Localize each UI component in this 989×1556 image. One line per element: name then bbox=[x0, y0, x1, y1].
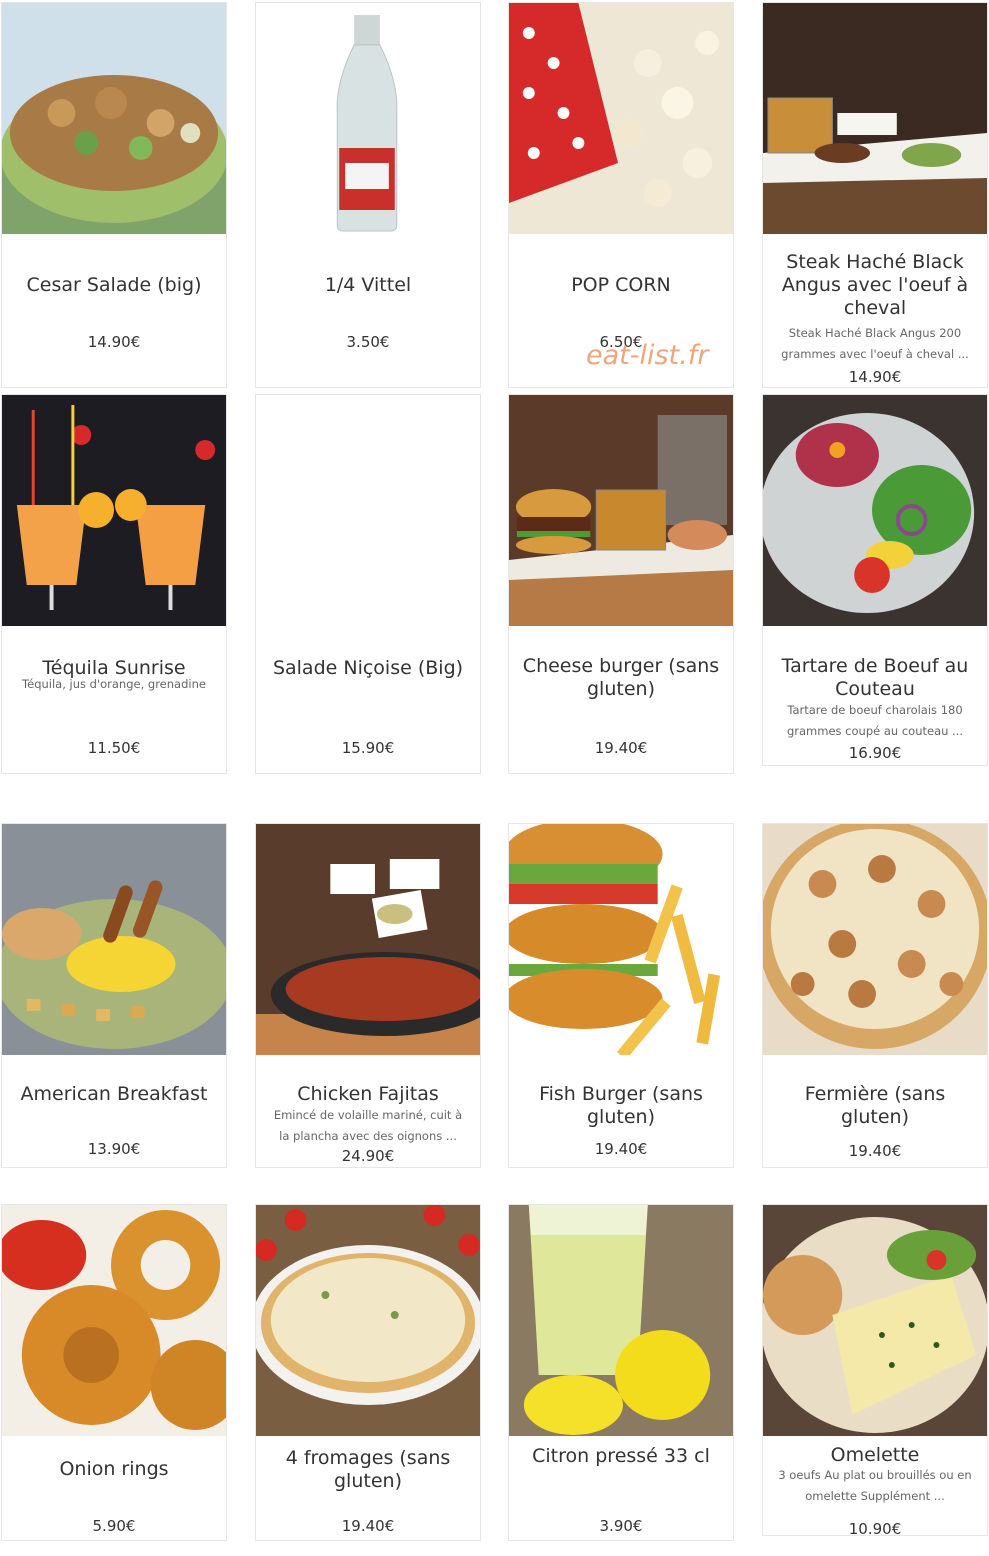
item-name: Fermière (sans gluten) bbox=[804, 1083, 946, 1128]
item-name: Fish Burger (sans gluten) bbox=[539, 1083, 703, 1128]
item-price: 14.90€ bbox=[87, 333, 141, 351]
item-price: 5.90€ bbox=[92, 1517, 136, 1535]
item-name: Steak Haché Black Angus avec l'oeuf à ch… bbox=[781, 251, 969, 319]
breakfast-image bbox=[2, 824, 226, 1055]
menu-card-american-breakfast[interactable]: American Breakfast 13.90€ bbox=[1, 823, 227, 1168]
item-name: American Breakfast bbox=[20, 1083, 208, 1105]
menu-card-chicken-fajitas[interactable]: Chicken Fajitas Emincé de volaille marin… bbox=[255, 823, 481, 1168]
menu-card-omelette[interactable]: Omelette 3 oeufs Au plat ou brouillés ou… bbox=[762, 1204, 988, 1538]
blank-image bbox=[256, 395, 480, 626]
item-name: Chicken Fajitas bbox=[297, 1083, 439, 1105]
item-price: 19.40€ bbox=[594, 1140, 648, 1158]
item-name: Omelette bbox=[830, 1444, 920, 1466]
steak-plate-image bbox=[763, 3, 987, 234]
item-name: Onion rings bbox=[59, 1458, 169, 1480]
menu-card-citron-presse[interactable]: Citron pressé 33 cl 3.90€ bbox=[508, 1204, 734, 1541]
menu-card-popcorn[interactable]: POP CORN 6.50€ bbox=[508, 2, 734, 388]
menu-card-cheese-burger[interactable]: Cheese burger (sans gluten) 19.40€ bbox=[508, 394, 734, 774]
burger-plate-image bbox=[509, 395, 733, 626]
menu-card-4-fromages[interactable]: 4 fromages (sans gluten) 19.40€ bbox=[255, 1204, 481, 1541]
item-name: Tartare de Boeuf au Couteau bbox=[781, 655, 969, 700]
cheese-pizza-image bbox=[256, 1205, 480, 1436]
item-name: Citron pressé 33 cl bbox=[532, 1445, 710, 1467]
item-name: Cesar Salade (big) bbox=[26, 274, 202, 296]
menu-card-steak-hache[interactable]: Steak Haché Black Angus avec l'oeuf à ch… bbox=[762, 2, 988, 388]
menu-card-cesar-salade[interactable]: Cesar Salade (big) 14.90€ bbox=[1, 2, 227, 388]
water-bottle-image bbox=[256, 3, 480, 234]
cocktail-image bbox=[2, 395, 226, 626]
item-name: 1/4 Vittel bbox=[324, 274, 412, 296]
item-name: Cheese burger (sans gluten) bbox=[522, 655, 720, 700]
salad-image bbox=[2, 3, 226, 234]
item-price: 3.50€ bbox=[346, 333, 390, 351]
item-description: Steak Haché Black Angus 200 grammes avec… bbox=[781, 326, 969, 361]
item-price: 16.90€ bbox=[848, 744, 902, 762]
menu-card-tartare[interactable]: Tartare de Boeuf au Couteau Tartare de b… bbox=[762, 394, 988, 766]
item-price: 19.40€ bbox=[594, 739, 648, 757]
item-name: Salade Niçoise (Big) bbox=[272, 657, 464, 679]
item-price: 14.90€ bbox=[848, 368, 902, 386]
item-price: 3.90€ bbox=[599, 1517, 643, 1535]
item-price: 13.90€ bbox=[87, 1140, 141, 1158]
fish-burger-image bbox=[509, 824, 733, 1055]
menu-card-fish-burger[interactable]: Fish Burger (sans gluten) 19.40€ bbox=[508, 823, 734, 1168]
popcorn-image bbox=[509, 3, 733, 234]
onion-rings-image bbox=[2, 1205, 226, 1436]
item-price: 19.40€ bbox=[848, 1142, 902, 1160]
menu-card-tequila-sunrise[interactable]: Téquila Sunrise Téquila, jus d'orange, g… bbox=[1, 394, 227, 774]
omelette-image bbox=[763, 1205, 987, 1436]
item-price: 19.40€ bbox=[341, 1517, 395, 1535]
menu-card-fermiere[interactable]: Fermière (sans gluten) 19.40€ bbox=[762, 823, 988, 1168]
item-name: POP CORN bbox=[571, 274, 671, 296]
menu-card-onion-rings[interactable]: Onion rings 5.90€ bbox=[1, 1204, 227, 1541]
item-price: 10.90€ bbox=[848, 1520, 902, 1538]
tartare-image bbox=[763, 395, 987, 626]
watermark-text: eat-list.fr bbox=[586, 340, 709, 371]
item-price: 11.50€ bbox=[87, 739, 141, 757]
menu-card-vittel[interactable]: 1/4 Vittel 3.50€ bbox=[255, 2, 481, 388]
item-price: 24.90€ bbox=[341, 1147, 395, 1165]
item-description: Téquila, jus d'orange, grenadine bbox=[22, 677, 206, 691]
item-description: Tartare de boeuf charolais 180 grammes c… bbox=[786, 703, 964, 738]
fajitas-image bbox=[256, 824, 480, 1055]
pizza-image bbox=[763, 824, 987, 1055]
menu-card-salade-nicoise[interactable]: Salade Niçoise (Big) 15.90€ bbox=[255, 394, 481, 774]
item-name: 4 fromages (sans gluten) bbox=[285, 1447, 451, 1492]
item-description: Emincé de volaille mariné, cuit à la pla… bbox=[273, 1108, 463, 1143]
item-description: 3 oeufs Au plat ou brouillés ou en omele… bbox=[778, 1468, 972, 1503]
item-price: 15.90€ bbox=[341, 739, 395, 757]
lemonade-image bbox=[509, 1205, 733, 1436]
